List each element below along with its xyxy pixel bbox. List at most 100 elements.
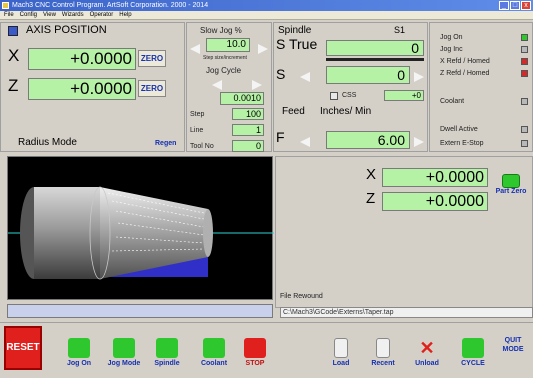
stop-button[interactable]: STOP xyxy=(238,324,272,370)
home-icon[interactable] xyxy=(8,26,18,36)
jog-cycle-decrease-icon[interactable] xyxy=(212,80,222,90)
title-bar: Mach3 CNC Control Program. ArtSoft Corpo… xyxy=(0,0,533,11)
feed-increase-icon[interactable] xyxy=(414,137,424,147)
menu-wizards[interactable]: Wizards xyxy=(62,11,84,19)
jog-inc-led xyxy=(521,46,528,53)
jog-cycle-dro[interactable]: 0.0010 xyxy=(220,92,264,105)
zero-z-button[interactable]: ZERO xyxy=(138,80,166,97)
dwell-active-label: Dwell Active xyxy=(440,126,478,133)
minimize-button[interactable]: _ xyxy=(499,1,509,10)
window-title: Mach3 CNC Control Program. ArtSoft Corpo… xyxy=(12,2,209,9)
offset-x-label: X xyxy=(366,166,377,183)
s-true-dro[interactable]: 0 xyxy=(326,40,424,56)
menu-file[interactable]: File xyxy=(4,11,14,19)
jog-mode-label: Jog Mode xyxy=(107,360,141,367)
jog-mode-button[interactable]: Jog Mode xyxy=(104,324,144,370)
coolant-button[interactable]: Coolant xyxy=(194,324,234,370)
s-speed-dro[interactable]: 0 xyxy=(326,66,410,84)
spindle-label: Spindle xyxy=(154,360,180,367)
coolant-led xyxy=(521,98,528,105)
offset-x-dro[interactable]: +0.0000 xyxy=(382,168,488,187)
spindle-s1-label: S1 xyxy=(394,25,406,35)
unload-button[interactable]: ✕ Unload xyxy=(410,324,444,370)
spindle-speed-decrease-icon[interactable] xyxy=(300,72,310,82)
jog-cycle-adjust xyxy=(212,80,262,90)
coolant-status-label: Coolant xyxy=(440,98,465,105)
regen-button[interactable]: Regen xyxy=(155,140,176,147)
cycle-label: CYCLE xyxy=(461,360,485,367)
stop-label: STOP xyxy=(245,360,265,367)
css-label: CSS xyxy=(342,92,357,99)
step-dro[interactable]: 100 xyxy=(232,108,264,120)
app-icon xyxy=(2,2,9,9)
maximize-button[interactable]: □ xyxy=(510,1,520,10)
step-label: Step xyxy=(190,111,205,118)
jog-cycle-increase-icon[interactable] xyxy=(252,80,262,90)
file-path-field[interactable]: C:\Mach3\GCode\Externs\Taper.tap xyxy=(280,307,533,318)
tool-number-dro[interactable]: 0 xyxy=(232,140,264,152)
s-label: S xyxy=(276,66,286,82)
part-zero-label: Part Zero xyxy=(495,188,527,195)
load-icon xyxy=(334,338,348,358)
zero-x-button[interactable]: ZERO xyxy=(138,50,166,67)
tool-number-label: Tool No xyxy=(190,143,214,150)
s-true-label: S True xyxy=(276,36,318,52)
feed-decrease-icon[interactable] xyxy=(300,137,310,147)
load-label: Load xyxy=(332,360,350,367)
file-status-label: File Rewound xyxy=(280,293,323,300)
line-dro[interactable]: 1 xyxy=(232,124,264,136)
toolpath-viewport[interactable] xyxy=(7,156,274,300)
toolpath-display xyxy=(8,186,274,280)
x-axis-label: X xyxy=(8,46,20,65)
status-jog-inc-label: Jog Inc xyxy=(440,46,463,53)
z-homed-led xyxy=(521,70,528,77)
css-dro[interactable]: +0 xyxy=(384,90,424,101)
cycle-button[interactable]: CYCLE xyxy=(456,324,490,370)
close-button[interactable]: x xyxy=(521,1,531,10)
feed-units-label: Inches/ Min xyxy=(320,106,372,117)
status-z-homed-label: Z Refd / Homed xyxy=(440,70,490,77)
axis-position-title: AXIS POSITION xyxy=(26,24,107,36)
status-jog-on-label: Jog On xyxy=(440,34,463,41)
coolant-icon xyxy=(203,338,225,358)
slow-jog-label: Slow Jog % xyxy=(200,26,242,35)
jog-mode-icon xyxy=(113,338,135,358)
jog-on-led xyxy=(521,34,528,41)
jog-rate-decrease-icon[interactable] xyxy=(190,44,200,54)
z-position-dro[interactable]: +0.0000 xyxy=(28,78,136,100)
spindle-speed-increase-icon[interactable] xyxy=(414,72,424,82)
jog-rate-increase-icon[interactable] xyxy=(258,44,268,54)
line-label: Line xyxy=(190,127,204,134)
mdi-input[interactable] xyxy=(7,304,273,318)
css-checkbox[interactable] xyxy=(330,92,338,100)
feed-label: Feed xyxy=(282,106,305,117)
jog-on-label: Jog On xyxy=(66,360,92,367)
estop-led xyxy=(521,140,528,147)
recent-icon xyxy=(376,338,390,358)
recent-button[interactable]: Recent xyxy=(366,324,400,370)
part-zero-button[interactable]: Part Zero xyxy=(494,174,528,208)
menu-config[interactable]: Config xyxy=(20,11,37,19)
reset-button[interactable]: RESET xyxy=(4,326,42,370)
menu-operator[interactable]: Operator xyxy=(90,11,114,19)
menu-help[interactable]: Help xyxy=(119,11,131,19)
spindle-title: Spindle xyxy=(278,25,312,36)
jog-on-button[interactable]: Jog On xyxy=(62,324,96,370)
window-controls: _ □ x xyxy=(499,1,531,10)
stop-icon xyxy=(244,338,266,358)
dwell-led xyxy=(521,126,528,133)
coolant-label: Coolant xyxy=(200,360,228,367)
jog-cycle-label: Jog Cycle xyxy=(206,66,242,75)
x-position-dro[interactable]: +0.0000 xyxy=(28,48,136,70)
offset-z-dro[interactable]: +0.0000 xyxy=(382,192,488,211)
step-size-label: Step size/increment xyxy=(203,55,247,61)
quit-mode-button[interactable]: QUIT MODE xyxy=(496,332,530,362)
feed-rate-dro[interactable]: 6.00 xyxy=(326,131,410,149)
spindle-button[interactable]: Spindle xyxy=(150,324,184,370)
jog-rate-dro[interactable]: 10.0 xyxy=(206,38,250,52)
spindle-icon xyxy=(156,338,178,358)
status-x-homed-label: X Refd / Homed xyxy=(440,58,490,65)
radius-mode-label: Radius Mode xyxy=(18,137,77,148)
load-button[interactable]: Load xyxy=(326,324,356,370)
menu-view[interactable]: View xyxy=(43,11,56,19)
